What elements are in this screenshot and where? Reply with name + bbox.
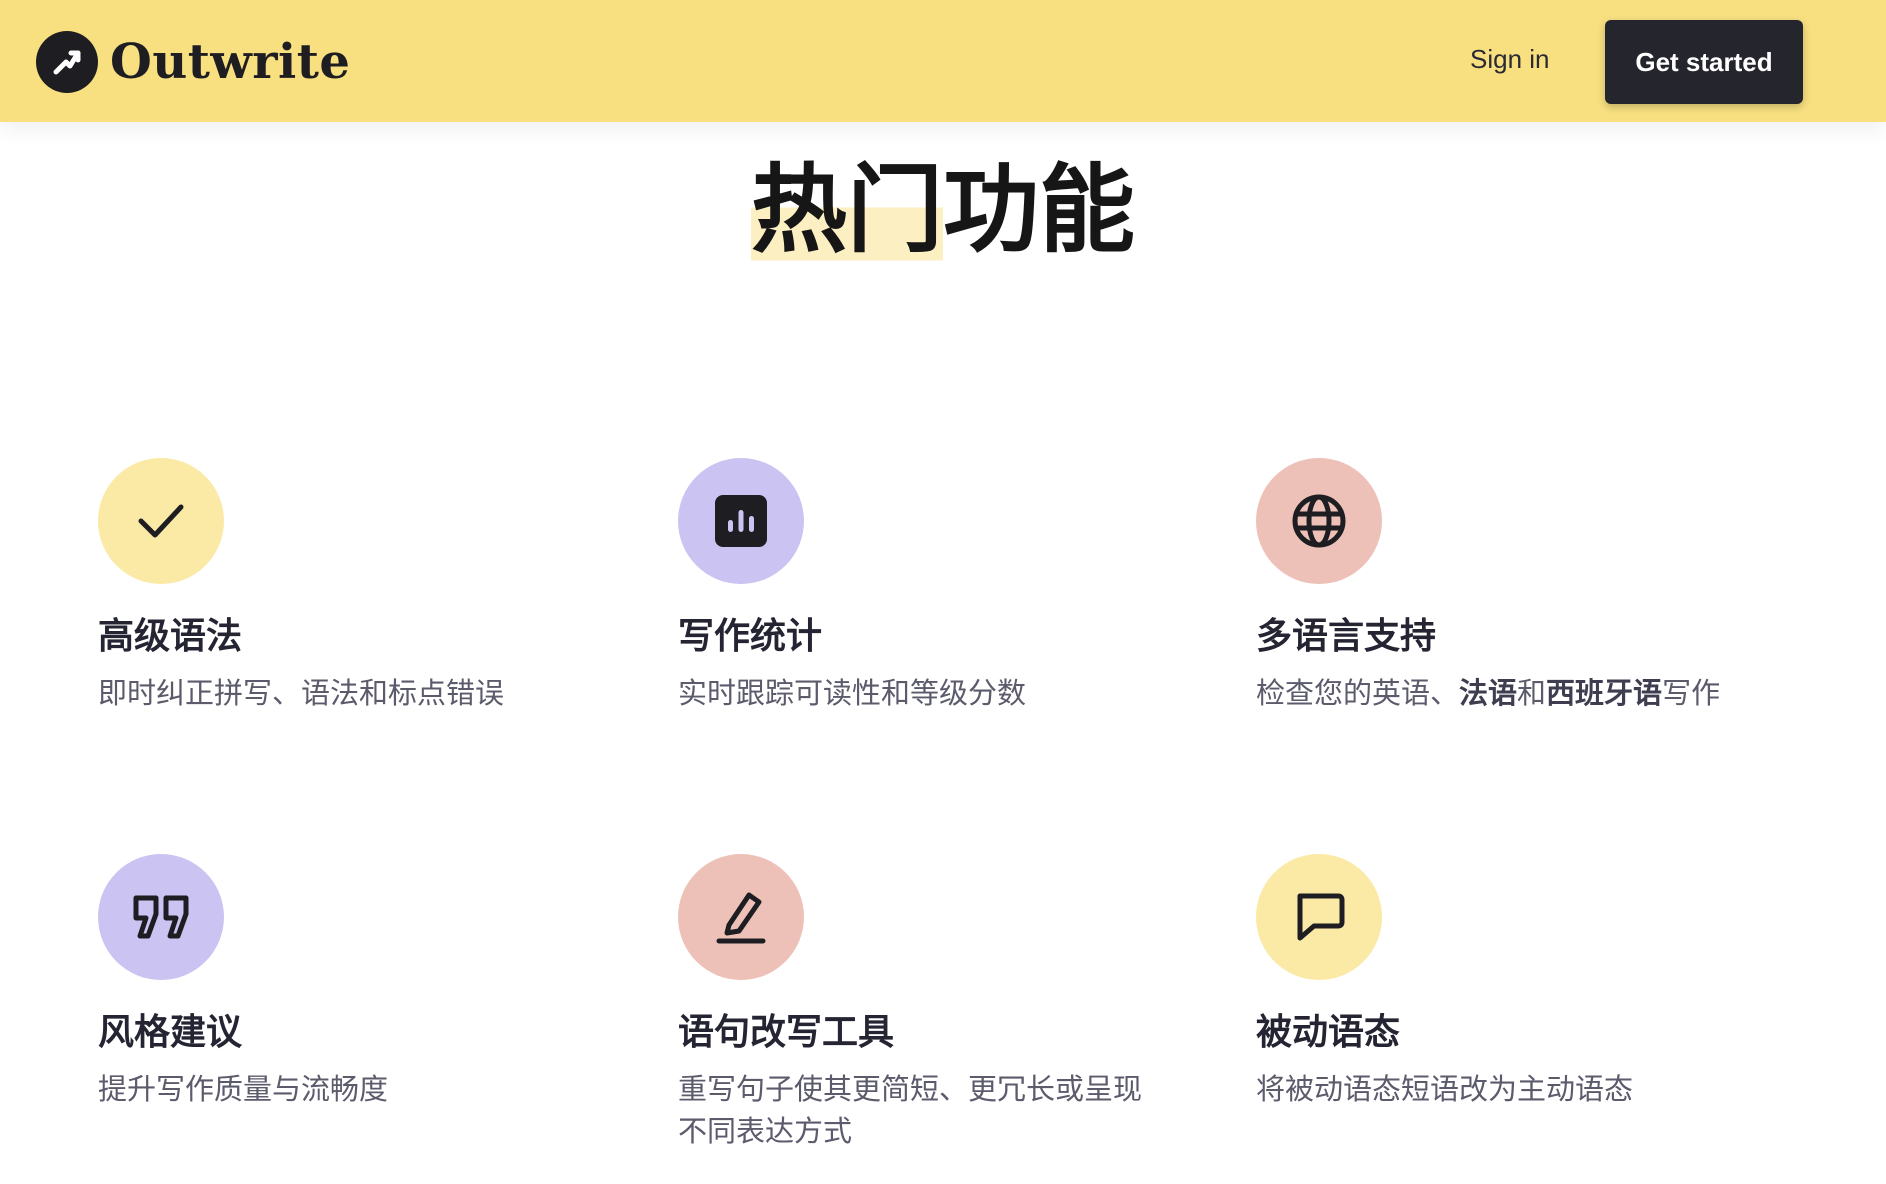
- section-title-highlight: 热门: [751, 150, 943, 270]
- feature-description: 检查您的英语、法语和西班牙语写作: [1256, 672, 1746, 714]
- feature-icon-circle: [678, 458, 804, 584]
- feature-icon-circle: [1256, 854, 1382, 980]
- sign-in-link[interactable]: Sign in: [1470, 44, 1550, 75]
- check-icon: [138, 504, 184, 538]
- top-nav: Outwrite Sign in Get started: [0, 0, 1886, 122]
- feature-card-multilingual: 多语言支持 检查您的英语、法语和西班牙语写作: [1256, 458, 1816, 854]
- globe-icon: [1292, 494, 1346, 548]
- feature-description: 将被动语态短语改为主动语态: [1256, 1072, 1634, 1106]
- feature-title: 语句改写工具: [678, 1012, 895, 1053]
- feature-desc-bold-spanish: 西班牙语: [1546, 676, 1663, 710]
- section-title-rest: 功能: [943, 154, 1135, 266]
- feature-title: 多语言支持: [1256, 616, 1437, 657]
- feature-desc-bold-and: 和: [1517, 676, 1547, 710]
- section-title: 热门功能: [0, 150, 1886, 270]
- feature-card-advanced-grammar: 高级语法 即时纠正拼写、语法和标点错误: [98, 458, 678, 854]
- feature-description: 提升写作质量与流畅度: [98, 1072, 389, 1106]
- feature-title: 写作统计: [678, 616, 823, 657]
- feature-card-rewriter: 语句改写工具 重写句子使其更简短、更冗长或呈现不同表达方式: [678, 854, 1256, 1184]
- chat-bubble-icon: [1297, 893, 1345, 941]
- feature-icon-circle: [98, 854, 224, 980]
- feature-grid: 高级语法 即时纠正拼写、语法和标点错误 写作统计 实时跟踪可读性和等级分数 多语…: [98, 458, 1838, 1184]
- feature-card-style-suggestions: 风格建议 提升写作质量与流畅度: [98, 854, 678, 1184]
- feature-icon-circle: [678, 854, 804, 980]
- bar-chart-icon: [715, 495, 767, 547]
- feature-icon-circle: [1256, 458, 1382, 584]
- feature-desc-bold-french: 法语: [1459, 676, 1518, 710]
- feature-description: 实时跟踪可读性和等级分数: [678, 676, 1027, 710]
- feature-description: 即时纠正拼写、语法和标点错误: [98, 676, 505, 710]
- pen-icon: [716, 892, 766, 944]
- feature-description: 重写句子使其更简短、更冗长或呈现不同表达方式: [678, 1072, 1143, 1148]
- brand-name: Outwrite: [110, 34, 351, 90]
- feature-title: 被动语态: [1256, 1012, 1401, 1053]
- feature-icon-circle: [98, 458, 224, 584]
- feature-desc-part: 检查您的英语、: [1256, 676, 1460, 710]
- outwrite-logo-icon: [36, 31, 98, 93]
- feature-desc-part: 写作: [1662, 676, 1721, 710]
- feature-title: 风格建议: [98, 1012, 243, 1053]
- brand-logo[interactable]: Outwrite: [36, 30, 350, 94]
- get-started-button[interactable]: Get started: [1605, 20, 1803, 104]
- feature-card-passive-voice: 被动语态 将被动语态短语改为主动语态: [1256, 854, 1816, 1184]
- quote-icon: [133, 895, 189, 939]
- feature-card-writing-stats: 写作统计 实时跟踪可读性和等级分数: [678, 458, 1256, 854]
- feature-title: 高级语法: [98, 616, 243, 657]
